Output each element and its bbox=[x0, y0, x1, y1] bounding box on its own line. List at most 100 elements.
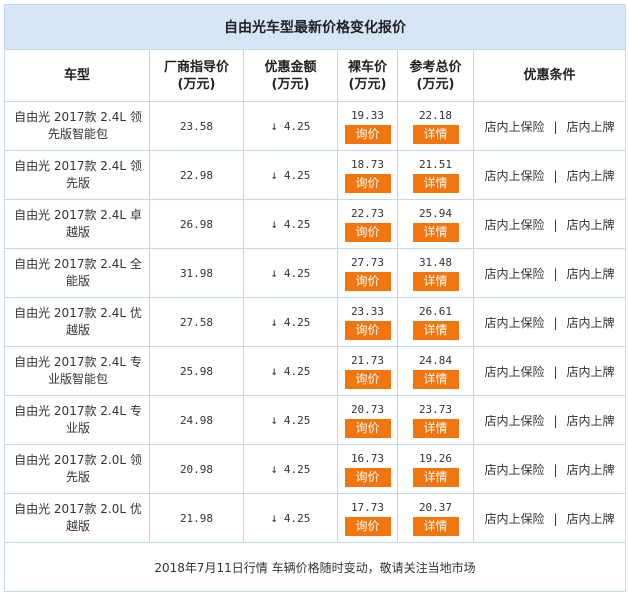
net-price-cell: 19.33 询价 bbox=[337, 101, 398, 151]
discount-value: 4.25 bbox=[283, 120, 311, 133]
total-price-cell: 23.73 详情 bbox=[397, 395, 474, 445]
model-name[interactable]: 自由光 2017款 2.0L 领先版 bbox=[4, 444, 150, 494]
inquiry-button[interactable]: 询价 bbox=[344, 124, 391, 144]
header-net-label: 裸车价 bbox=[347, 59, 387, 75]
conditions-cell: 店内上保险 | 店内上牌 bbox=[473, 444, 626, 494]
table-header-row: 车型 厂商指导价 (万元) 优惠金额 (万元) 裸车价 (万元) 参考总价 (万… bbox=[4, 49, 626, 102]
down-arrow-icon: ↓ bbox=[270, 413, 278, 427]
condition-separator: | bbox=[553, 511, 558, 526]
table-title: 自由光车型最新价格变化报价 bbox=[4, 4, 626, 50]
total-price-value: 26.61 bbox=[418, 304, 453, 318]
net-price-cell: 22.73 询价 bbox=[337, 199, 398, 249]
model-name[interactable]: 自由光 2017款 2.4L 全能版 bbox=[4, 248, 150, 298]
price-table: 自由光车型最新价格变化报价 车型 厂商指导价 (万元) 优惠金额 (万元) 裸车… bbox=[4, 4, 626, 592]
inquiry-button[interactable]: 询价 bbox=[344, 516, 391, 536]
details-button[interactable]: 详情 bbox=[412, 467, 459, 487]
net-price-value: 16.73 bbox=[350, 451, 385, 465]
condition-plate: 店内上牌 bbox=[566, 364, 615, 379]
total-price-value: 19.26 bbox=[418, 451, 453, 465]
total-price-cell: 24.84 详情 bbox=[397, 346, 474, 396]
down-arrow-icon: ↓ bbox=[270, 217, 278, 231]
conditions-cell: 店内上保险 | 店内上牌 bbox=[473, 395, 626, 445]
table-row: 自由光 2017款 2.4L 专业版 24.98 ↓ 4.25 20.73 询价 … bbox=[4, 395, 626, 445]
condition-separator: | bbox=[553, 217, 558, 232]
inquiry-button[interactable]: 询价 bbox=[344, 173, 391, 193]
net-price-value: 22.73 bbox=[350, 206, 385, 220]
table-row: 自由光 2017款 2.0L 优越版 21.98 ↓ 4.25 17.73 询价 … bbox=[4, 493, 626, 543]
table-footer-row: 2018年7月11日行情 车辆价格随时变动，敬请关注当地市场 bbox=[4, 542, 626, 592]
conditions-cell: 店内上保险 | 店内上牌 bbox=[473, 493, 626, 543]
header-discount-label: 优惠金额 bbox=[264, 59, 317, 75]
condition-separator: | bbox=[553, 462, 558, 477]
inquiry-button[interactable]: 询价 bbox=[344, 369, 391, 389]
details-button[interactable]: 详情 bbox=[412, 222, 459, 242]
discount-value: 4.25 bbox=[283, 169, 311, 182]
discount-value: 4.25 bbox=[283, 316, 311, 329]
inquiry-button[interactable]: 询价 bbox=[344, 222, 391, 242]
model-name[interactable]: 自由光 2017款 2.0L 优越版 bbox=[4, 493, 150, 543]
total-price-cell: 31.48 详情 bbox=[397, 248, 474, 298]
header-msrp-unit: (万元) bbox=[177, 76, 216, 92]
net-price-value: 19.33 bbox=[350, 108, 385, 122]
discount-cell: ↓ 4.25 bbox=[243, 150, 338, 200]
details-button[interactable]: 详情 bbox=[412, 271, 459, 291]
details-button[interactable]: 详情 bbox=[412, 418, 459, 438]
msrp-value: 20.98 bbox=[149, 444, 244, 494]
condition-plate: 店内上牌 bbox=[566, 462, 615, 477]
net-price-cell: 18.73 询价 bbox=[337, 150, 398, 200]
discount-cell: ↓ 4.25 bbox=[243, 444, 338, 494]
model-name[interactable]: 自由光 2017款 2.4L 优越版 bbox=[4, 297, 150, 347]
details-button[interactable]: 详情 bbox=[412, 369, 459, 389]
condition-insurance: 店内上保险 bbox=[484, 462, 545, 477]
condition-plate: 店内上牌 bbox=[566, 511, 615, 526]
table-title-row: 自由光车型最新价格变化报价 bbox=[4, 4, 626, 50]
model-name[interactable]: 自由光 2017款 2.4L 领先版 bbox=[4, 150, 150, 200]
inquiry-button[interactable]: 询价 bbox=[344, 418, 391, 438]
discount-cell: ↓ 4.25 bbox=[243, 199, 338, 249]
model-name[interactable]: 自由光 2017款 2.4L 领先版智能包 bbox=[4, 101, 150, 151]
table-row: 自由光 2017款 2.4L 专业版智能包 25.98 ↓ 4.25 21.73 … bbox=[4, 346, 626, 396]
condition-insurance: 店内上保险 bbox=[484, 119, 545, 134]
details-button[interactable]: 详情 bbox=[412, 320, 459, 340]
table-row: 自由光 2017款 2.4L 优越版 27.58 ↓ 4.25 23.33 询价 … bbox=[4, 297, 626, 347]
inquiry-button[interactable]: 询价 bbox=[344, 320, 391, 340]
net-price-cell: 21.73 询价 bbox=[337, 346, 398, 396]
details-button[interactable]: 详情 bbox=[412, 124, 459, 144]
table-body: 自由光 2017款 2.4L 领先版智能包 23.58 ↓ 4.25 19.33 … bbox=[4, 101, 626, 543]
total-price-value: 23.73 bbox=[418, 402, 453, 416]
discount-cell: ↓ 4.25 bbox=[243, 248, 338, 298]
details-button[interactable]: 详情 bbox=[412, 173, 459, 193]
down-arrow-icon: ↓ bbox=[270, 511, 278, 525]
condition-insurance: 店内上保险 bbox=[484, 413, 545, 428]
model-name[interactable]: 自由光 2017款 2.4L 专业版 bbox=[4, 395, 150, 445]
net-price-value: 21.73 bbox=[350, 353, 385, 367]
header-msrp: 厂商指导价 (万元) bbox=[149, 49, 244, 102]
inquiry-button[interactable]: 询价 bbox=[344, 467, 391, 487]
total-price-value: 24.84 bbox=[418, 353, 453, 367]
net-price-value: 20.73 bbox=[350, 402, 385, 416]
down-arrow-icon: ↓ bbox=[270, 168, 278, 182]
header-net-unit: (万元) bbox=[348, 76, 387, 92]
net-price-cell: 17.73 询价 bbox=[337, 493, 398, 543]
model-name[interactable]: 自由光 2017款 2.4L 卓越版 bbox=[4, 199, 150, 249]
header-total-price: 参考总价 (万元) bbox=[397, 49, 474, 102]
discount-value: 4.25 bbox=[283, 365, 311, 378]
discount-value: 4.25 bbox=[283, 463, 311, 476]
net-price-cell: 27.73 询价 bbox=[337, 248, 398, 298]
model-name[interactable]: 自由光 2017款 2.4L 专业版智能包 bbox=[4, 346, 150, 396]
total-price-cell: 21.51 详情 bbox=[397, 150, 474, 200]
inquiry-button[interactable]: 询价 bbox=[344, 271, 391, 291]
condition-separator: | bbox=[553, 266, 558, 281]
total-price-cell: 25.94 详情 bbox=[397, 199, 474, 249]
msrp-value: 24.98 bbox=[149, 395, 244, 445]
total-price-value: 22.18 bbox=[418, 108, 453, 122]
msrp-value: 22.98 bbox=[149, 150, 244, 200]
header-discount: 优惠金额 (万元) bbox=[243, 49, 338, 102]
details-button[interactable]: 详情 bbox=[412, 516, 459, 536]
header-model: 车型 bbox=[4, 49, 150, 102]
header-total-unit: (万元) bbox=[416, 76, 455, 92]
header-conditions: 优惠条件 bbox=[473, 49, 626, 102]
header-net-price: 裸车价 (万元) bbox=[337, 49, 398, 102]
condition-insurance: 店内上保险 bbox=[484, 168, 545, 183]
total-price-cell: 22.18 详情 bbox=[397, 101, 474, 151]
